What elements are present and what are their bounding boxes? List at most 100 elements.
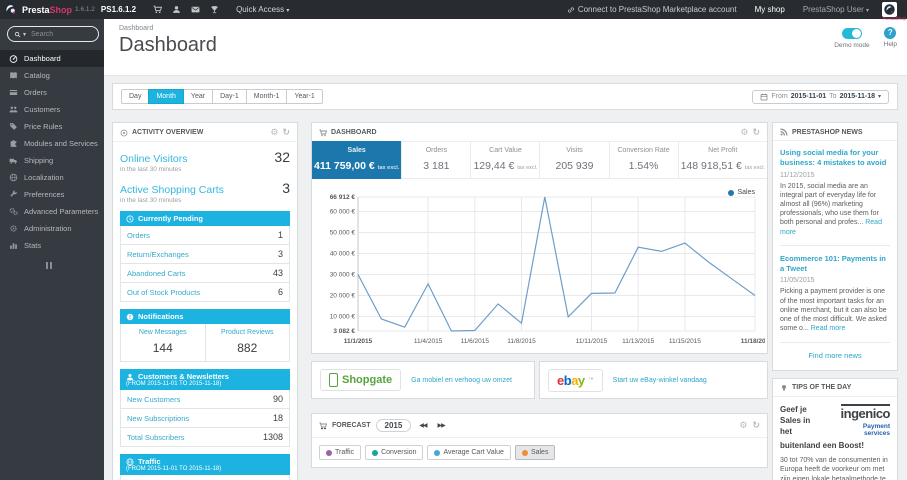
kpi-sales[interactable]: Sales 411 759,00 € tax excl. <box>312 141 402 179</box>
trophy-icon[interactable] <box>205 5 224 14</box>
range-year-1-button[interactable]: Year-1 <box>286 89 323 104</box>
online-visitors-link[interactable]: Online Visitors <box>120 153 188 165</box>
kpi-net-profit[interactable]: Net Profit 148 918,51 € tax excl. <box>677 142 767 178</box>
read-more-link[interactable]: Read more <box>811 325 846 332</box>
shop-name[interactable]: PS1.6.1.2 <box>101 5 136 14</box>
app-version: 1.6.1.2 <box>75 6 95 13</box>
avatar-caption: PrestaShop <box>882 16 906 21</box>
quick-access-menu[interactable]: Quick Access ▾ <box>236 5 289 14</box>
svg-text:11/13/2015: 11/13/2015 <box>622 338 654 345</box>
pending-out-of-stock-row[interactable]: Out of Stock Products 6 <box>121 283 289 301</box>
sidebar-item-modules[interactable]: Modules and Services <box>0 135 104 152</box>
sidebar-search[interactable]: ▾ <box>7 26 99 42</box>
date-range-picker[interactable]: From 2015-11-01 To 2015-11-18 ▾ <box>752 89 889 104</box>
users-icon <box>9 106 18 113</box>
sidebar-item-shipping[interactable]: Shipping <box>0 152 104 169</box>
user-avatar[interactable]: PrestaShop <box>882 2 906 22</box>
ingenico-logo[interactable]: ingenico Payment services <box>818 403 891 438</box>
search-type-caret[interactable]: ▾ <box>23 31 26 38</box>
my-shop-link[interactable]: My shop <box>755 5 785 14</box>
range-month-button[interactable]: Month <box>148 89 184 104</box>
sidebar-collapse-toggle[interactable] <box>46 262 104 269</box>
exclamation-icon <box>126 313 134 320</box>
marketplace-link[interactable]: Connect to PrestaShop Marketplace accoun… <box>567 5 737 14</box>
forecast-year[interactable]: 2015 <box>375 419 412 432</box>
forecast-panel: Forecast 2015 ◀◀ ▶▶ ⚙ ↻ Traffic Conversi… <box>311 413 768 468</box>
sidebar-item-advanced-parameters[interactable]: Advanced Parameters <box>0 203 104 220</box>
dashboard-panel: Dashboard ⚙ ↻ Sales 411 759,00 € tax excl… <box>311 122 768 354</box>
panel-refresh-icon[interactable]: ↻ <box>282 128 290 137</box>
legend-sales-button[interactable]: Sales <box>514 445 556 460</box>
sidebar-item-preferences[interactable]: Preferences <box>0 186 104 203</box>
tip-body: 30 tot 70% van de consumenten in Europa … <box>780 456 888 480</box>
product-reviews-cell[interactable]: Product Reviews 882 <box>204 324 290 361</box>
new-customers-row[interactable]: New Customers 90 <box>121 390 289 409</box>
kpi-orders[interactable]: Orders 3 181 <box>401 142 470 178</box>
google-analytics-link[interactable]: Link to your Google Analytics account <box>120 475 290 480</box>
breadcrumb[interactable]: Dashboard <box>119 25 907 32</box>
kpi-visits[interactable]: Visits 205 939 <box>539 142 608 178</box>
panel-refresh-icon[interactable]: ↻ <box>752 421 760 430</box>
news-article-title[interactable]: Using social media for your business: 4 … <box>780 148 890 168</box>
tag-icon <box>10 123 17 130</box>
range-month-1-button[interactable]: Month-1 <box>245 89 288 104</box>
customers-quick-icon[interactable] <box>167 5 186 14</box>
search-input[interactable] <box>31 30 87 38</box>
kpi-conversion-rate[interactable]: Conversion Rate 1.54% <box>608 142 678 178</box>
active-carts-value: 3 <box>282 180 290 196</box>
sidebar-item-price-rules[interactable]: Price Rules <box>0 118 104 135</box>
sidebar-item-dashboard[interactable]: Dashboard <box>0 50 104 67</box>
legend-traffic-button[interactable]: Traffic <box>319 445 362 460</box>
shopgate-link[interactable]: Ga mobiel en verhoog uw omzet <box>411 377 512 384</box>
range-day-1-button[interactable]: Day-1 <box>212 89 247 104</box>
ebay-logo[interactable]: ebay ™ <box>548 368 603 392</box>
sidebar-item-orders[interactable]: Orders <box>0 84 104 101</box>
sales-line-chart: 66 912 € 60 000 € 50 000 € 40 000 € 30 000 €… <box>330 194 765 345</box>
new-subscriptions-row[interactable]: New Subscriptions 18 <box>121 409 289 428</box>
sidebar-item-administration[interactable]: Administration <box>0 220 104 237</box>
prestashop-logo-icon[interactable] <box>3 2 18 17</box>
user-menu[interactable]: PrestaShop User ▾ <box>803 5 869 14</box>
legend-conversion-button[interactable]: Conversion <box>365 445 424 460</box>
active-carts-link[interactable]: Active Shopping Carts <box>120 184 224 196</box>
total-subscribers-row[interactable]: Total Subscribers 1308 <box>121 428 289 446</box>
new-messages-cell[interactable]: New Messages 144 <box>121 324 205 361</box>
ebay-link[interactable]: Start uw eBay-winkel vandaag <box>613 377 707 384</box>
forecast-prev-button[interactable]: ◀◀ <box>416 420 429 431</box>
range-day-button[interactable]: Day <box>121 89 150 104</box>
kpi-cart-value[interactable]: Cart Value 129,44 € tax excl. <box>470 142 539 178</box>
phone-icon <box>329 373 338 387</box>
sidebar-item-customers[interactable]: Customers <box>0 101 104 118</box>
customers-newsletters-header: Customers & Newsletters (FROM 2015-11-01… <box>120 369 290 390</box>
panel-settings-icon[interactable]: ⚙ <box>740 128 748 137</box>
brand-logo[interactable]: PrestaShop <box>22 5 72 15</box>
help-icon[interactable]: ? <box>884 27 897 39</box>
forecast-next-button[interactable]: ▶▶ <box>435 420 448 431</box>
sidebar-item-stats[interactable]: Stats <box>0 237 104 254</box>
cart-icon <box>319 129 327 136</box>
news-article-title[interactable]: Ecommerce 101: Payments in a Tweet <box>780 254 890 274</box>
pending-orders-row[interactable]: Orders 1 <box>121 226 289 245</box>
online-visitors-sub: in the last 30 minutes <box>120 166 182 173</box>
demo-mode-toggle[interactable] <box>841 28 862 39</box>
legend-average-cart-value-button[interactable]: Average Cart Value <box>427 445 511 460</box>
chart-legend[interactable]: Sales <box>728 189 755 196</box>
panel-refresh-icon[interactable]: ↻ <box>752 128 760 137</box>
messages-icon[interactable] <box>186 5 205 14</box>
puzzle-icon <box>10 140 17 147</box>
panel-settings-icon[interactable]: ⚙ <box>270 128 278 137</box>
sales-chart-area: Sales 66 912 € 60 000 € 50 000 € 40 000 € 30… <box>312 179 767 353</box>
pending-returns-row[interactable]: Return/Exchanges 3 <box>121 245 289 264</box>
pending-abandoned-carts-row[interactable]: Abandoned Carts 43 <box>121 264 289 283</box>
globe-icon <box>126 458 134 465</box>
range-year-button[interactable]: Year <box>182 89 214 104</box>
online-visitors-value: 32 <box>274 149 290 165</box>
shopgate-logo[interactable]: Shopgate <box>320 369 402 391</box>
svg-text:11/11/2015: 11/11/2015 <box>576 338 608 345</box>
cart-icon[interactable] <box>148 5 167 14</box>
panel-title: Forecast <box>332 422 371 429</box>
panel-settings-icon[interactable]: ⚙ <box>739 421 747 430</box>
sidebar-item-localization[interactable]: Localization <box>0 169 104 186</box>
sidebar-item-catalog[interactable]: Catalog <box>0 67 104 84</box>
find-more-news-link[interactable]: Find more news <box>780 351 890 360</box>
